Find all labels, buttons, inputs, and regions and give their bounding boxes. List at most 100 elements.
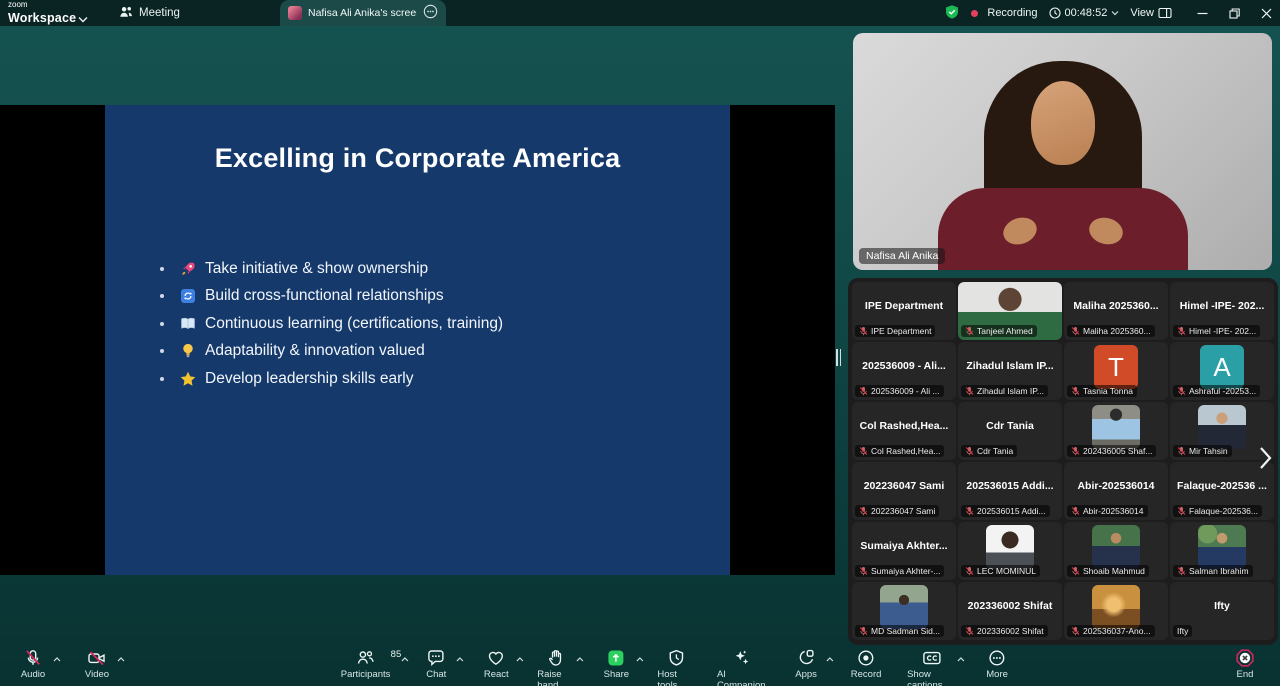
chat-button[interactable]: Chat <box>417 645 455 686</box>
participant-tile[interactable]: Himel -IPE- 202...Himel -IPE- 202... <box>1170 282 1274 340</box>
raise-hand-chevron-up-icon[interactable] <box>576 654 584 665</box>
slide-bullet: Continuous learning (certifications, tra… <box>160 310 503 338</box>
chat-chevron-up-icon[interactable] <box>456 654 464 665</box>
record-button[interactable]: Record <box>847 645 885 686</box>
clock-icon <box>1049 7 1061 19</box>
captions-cc-icon <box>921 648 943 667</box>
participant-profile-photo <box>880 585 928 629</box>
bullet-dot <box>160 349 164 353</box>
view-button[interactable]: View <box>1130 7 1172 19</box>
apps-button[interactable]: Apps <box>787 645 825 686</box>
participant-tile[interactable]: 202536015 Addi...202536015 Addi... <box>958 462 1062 520</box>
participant-name-label: 202536009 - Ali ... <box>855 385 944 397</box>
participant-tile[interactable]: Cdr Tania Cdr Tania <box>958 402 1062 460</box>
tab-shared-screen[interactable]: Nafisa Ali Anika's screen <box>280 0 446 26</box>
participant-tile[interactable]: Salman Ibrahim <box>1170 522 1274 580</box>
participant-name-label: Ashraful -20253... <box>1173 385 1260 397</box>
panel-resize-handle[interactable] <box>836 349 841 366</box>
participant-name-label: LEC MOMINUL <box>961 565 1040 577</box>
participant-name-label: Himel -IPE- 202... <box>1173 325 1260 337</box>
participant-tile[interactable]: Shoaib Mahmud <box>1064 522 1168 580</box>
apps-icon <box>796 648 816 667</box>
slide-bullet: Build cross-functional relationships <box>160 283 503 311</box>
mic-muted-icon <box>1177 326 1186 336</box>
participant-tile[interactable]: Maliha 2025360...Maliha 2025360... <box>1064 282 1168 340</box>
participant-tile[interactable]: IPE DepartmentIPE Department <box>852 282 956 340</box>
slide-title: Excelling in Corporate America <box>105 143 730 174</box>
end-meeting-button[interactable]: End <box>1226 645 1264 680</box>
captions-chevron-up-icon[interactable] <box>957 654 965 665</box>
tab-options-ellipsis-icon[interactable] <box>423 4 438 22</box>
participant-profile-photo <box>986 525 1034 569</box>
restore-icon[interactable] <box>1229 8 1240 19</box>
participant-name-label: Maliha 2025360... <box>1067 325 1155 337</box>
participant-tile[interactable]: 202436005 Shaf... <box>1064 402 1168 460</box>
mic-muted-icon <box>1177 386 1186 396</box>
meeting-timer[interactable]: 00:48:52 <box>1049 7 1120 19</box>
star-icon <box>179 371 196 386</box>
workspace-chevron-down-icon[interactable] <box>78 10 88 28</box>
more-button[interactable]: More <box>978 645 1016 686</box>
slide-bullet: Take initiative & show ownership <box>160 255 503 283</box>
raise-hand-button[interactable]: Raise hand <box>537 645 575 686</box>
more-label: More <box>986 669 1008 680</box>
view-label: View <box>1130 7 1154 19</box>
react-button[interactable]: React <box>477 645 515 686</box>
mic-muted-icon <box>1071 386 1080 396</box>
participant-display-name: Cdr Tania <box>983 420 1037 432</box>
participant-name-label: Cdr Tania <box>961 445 1017 457</box>
participant-tile[interactable]: TTasnia Tonna <box>1064 342 1168 400</box>
video-chevron-up-icon[interactable] <box>117 654 125 665</box>
ai-companion-button[interactable]: AI Companion <box>717 645 765 686</box>
participant-tile[interactable]: LEC MOMINUL <box>958 522 1062 580</box>
participant-profile-photo <box>1198 525 1246 569</box>
participant-name-label: 202236047 Sami <box>855 505 939 517</box>
apps-chevron-up-icon[interactable] <box>826 654 834 665</box>
participant-tile[interactable]: 202236047 Sami202236047 Sami <box>852 462 956 520</box>
titlebar-right-controls: Recording 00:48:52 View <box>944 0 1272 26</box>
mic-muted-icon <box>965 506 974 516</box>
brand-workspace-text: Workspace <box>8 11 76 25</box>
ai-companion-sparkle-icon <box>731 648 751 667</box>
video-button[interactable]: Video <box>78 645 116 680</box>
participants-label: Participants <box>341 669 391 680</box>
recording-indicator[interactable]: Recording <box>971 7 1037 19</box>
participant-name-label: Shoaib Mahmud <box>1067 565 1149 577</box>
security-shield-icon[interactable] <box>944 4 960 23</box>
participant-tile[interactable]: AAshraful -20253... <box>1170 342 1274 400</box>
participants-button[interactable]: Participants 85 <box>346 645 385 686</box>
participant-tile[interactable]: 202536037-Ano... <box>1064 582 1168 640</box>
participant-profile-photo <box>1092 405 1140 449</box>
mic-muted-icon <box>1177 446 1186 456</box>
gallery-next-page-chevron-icon[interactable] <box>1259 446 1272 475</box>
participant-name-label: Mir Tahsin <box>1173 445 1232 457</box>
view-layout-icon <box>1158 7 1172 19</box>
share-button[interactable]: Share <box>597 645 635 686</box>
close-icon[interactable] <box>1261 8 1272 19</box>
participants-chevron-up-icon[interactable] <box>401 654 409 665</box>
participant-tile[interactable]: MD Sadman Sid... <box>852 582 956 640</box>
book-icon <box>179 317 196 330</box>
tab-meeting[interactable]: Meeting <box>112 0 186 26</box>
participant-display-name: Sumaiya Akhter... <box>857 540 950 552</box>
mic-muted-icon <box>965 446 974 456</box>
participant-tile[interactable]: IftyIfty <box>1170 582 1274 640</box>
participant-tile[interactable]: Abir-202536014Abir-202536014 <box>1064 462 1168 520</box>
participant-tile[interactable]: Zihadul Islam IP...Zihadul Islam IP... <box>958 342 1062 400</box>
audio-chevron-up-icon[interactable] <box>53 654 61 665</box>
participant-display-name: Col Rashed,Hea... <box>857 420 952 432</box>
participant-tile[interactable]: Sumaiya Akhter...Sumaiya Akhter-... <box>852 522 956 580</box>
react-chevron-up-icon[interactable] <box>516 654 524 665</box>
participant-tile[interactable]: Col Rashed,Hea...Col Rashed,Hea... <box>852 402 956 460</box>
active-speaker-video[interactable]: Nafisa Ali Anika <box>853 33 1272 270</box>
share-chevron-up-icon[interactable] <box>636 654 644 665</box>
participant-tile[interactable]: Tanjeel Ahmed <box>958 282 1062 340</box>
show-captions-button[interactable]: Show captions <box>907 645 956 686</box>
host-tools-button[interactable]: Host tools <box>657 645 695 686</box>
minimize-icon[interactable] <box>1197 8 1208 19</box>
bulb-icon <box>179 343 196 359</box>
bullet-text: Build cross-functional relationships <box>205 287 444 305</box>
participant-tile[interactable]: 202536009 - Ali...202536009 - Ali ... <box>852 342 956 400</box>
audio-button[interactable]: Audio <box>14 645 52 680</box>
participant-tile[interactable]: 202336002 Shifat202336002 Shifat <box>958 582 1062 640</box>
